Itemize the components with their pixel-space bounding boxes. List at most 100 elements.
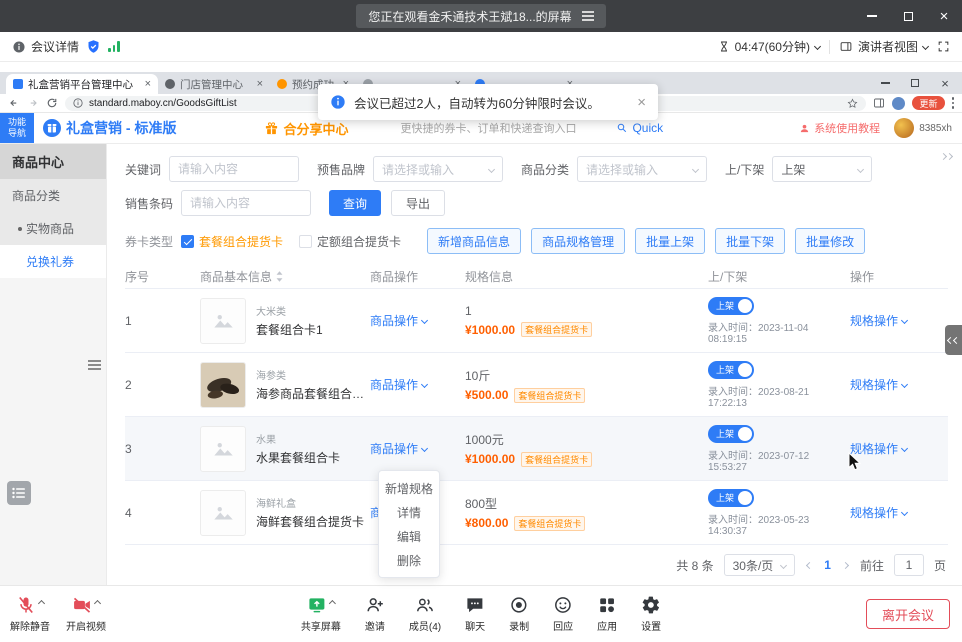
bookmark-star-icon[interactable]: [847, 98, 858, 109]
side-panel-icon[interactable]: [873, 97, 885, 109]
chevron-down-icon: [901, 317, 908, 324]
start-video-button[interactable]: 开启视频: [66, 595, 106, 633]
col-index: 序号: [125, 268, 200, 285]
collapse-panel-icon[interactable]: [941, 154, 952, 159]
card-type-option-1[interactable]: 套餐组合提货卡: [199, 233, 283, 250]
screen: 您正在观看金禾通技术王斌18...的屏幕 × 会议详情 04:47(60分钟): [0, 0, 962, 642]
user-menu[interactable]: 8385xh: [894, 118, 952, 138]
batch-off-shelf-button[interactable]: 批量下架: [715, 228, 785, 254]
shelf-select[interactable]: 上架: [772, 156, 872, 182]
browser-tab-2[interactable]: 门店管理中心 ×: [158, 74, 270, 94]
browser-menu-icon[interactable]: [952, 97, 955, 109]
dropdown-item-add-spec[interactable]: 新增规格: [379, 476, 439, 500]
spec-op-link[interactable]: 规格操作: [850, 376, 907, 393]
dropdown-item-edit[interactable]: 编辑: [379, 524, 439, 548]
batch-on-shelf-button[interactable]: 批量上架: [635, 228, 705, 254]
brand-title: 礼盒营销 - 标准版: [66, 118, 176, 138]
add-product-button[interactable]: 新增商品信息: [427, 228, 521, 254]
browser-close-button[interactable]: ×: [932, 74, 958, 92]
filter-row-1: 关键词 预售品牌 请选择或输入 商品分类 请选择或输入 上/下架 上架: [125, 156, 962, 182]
browser-minimize-button[interactable]: [872, 74, 898, 92]
apps-button[interactable]: 应用: [597, 595, 617, 633]
product-op-link[interactable]: 商品操作: [370, 376, 427, 393]
chevron-up-icon[interactable]: [38, 599, 45, 606]
floating-list-icon[interactable]: [7, 481, 31, 505]
menu-icon[interactable]: [582, 11, 594, 21]
function-nav-button[interactable]: 功能 导航: [0, 113, 34, 143]
category-select[interactable]: 请选择或输入: [577, 156, 707, 182]
minimize-button[interactable]: [854, 0, 890, 32]
export-button[interactable]: 导出: [391, 190, 445, 216]
tutorial-link[interactable]: 系统使用教程: [799, 120, 880, 136]
batch-edit-button[interactable]: 批量修改: [795, 228, 865, 254]
reactions-button[interactable]: 回应: [553, 595, 573, 633]
share-center-link[interactable]: 合分享中心: [264, 119, 348, 138]
record-button[interactable]: 录制: [509, 595, 529, 633]
keyword-input[interactable]: [169, 156, 299, 182]
spec-op-link[interactable]: 规格操作: [850, 504, 907, 521]
leave-meeting-button[interactable]: 离开会议: [866, 599, 950, 629]
refresh-icon[interactable]: [46, 97, 58, 109]
browser-profile-avatar[interactable]: [892, 97, 905, 110]
spec-op-link[interactable]: 规格操作: [850, 312, 907, 329]
gift-icon: [264, 121, 279, 136]
tab-close-icon[interactable]: ×: [145, 78, 151, 90]
forward-icon[interactable]: [27, 97, 39, 109]
search-button[interactable]: 查询: [329, 190, 381, 216]
sidebar-section-product-center[interactable]: 商品中心: [0, 144, 106, 179]
shelf-toggle[interactable]: 上架: [708, 489, 754, 507]
browser-tab-1[interactable]: 礼盒营销平台管理中心 ×: [6, 74, 158, 94]
chevron-up-icon[interactable]: [329, 599, 336, 606]
shelf-toggle[interactable]: 上架: [708, 425, 754, 443]
brand-select[interactable]: 请选择或输入: [373, 156, 503, 182]
meeting-details-button[interactable]: 会议详情: [12, 38, 79, 55]
settings-button[interactable]: 设置: [641, 595, 661, 633]
barcode-input[interactable]: [181, 190, 311, 216]
browser-maximize-button[interactable]: [902, 74, 928, 92]
sidebar-item-product-category[interactable]: 商品分类: [0, 179, 106, 212]
browser-window-gap: [0, 62, 962, 72]
notification-close-icon[interactable]: ×: [637, 95, 646, 110]
chat-button[interactable]: 聊天: [465, 595, 485, 633]
shelf-toggle[interactable]: 上架: [708, 297, 754, 315]
sidebar-item-physical-goods[interactable]: 实物商品: [0, 212, 106, 245]
next-page-button[interactable]: [841, 561, 850, 570]
card-type-checkbox-1[interactable]: [181, 235, 194, 248]
quick-search-link[interactable]: Quick: [616, 121, 663, 135]
product-op-dropdown: 新增规格 详情 编辑 删除: [378, 470, 440, 578]
shelf-toggle[interactable]: 上架: [708, 361, 754, 379]
page-size-select[interactable]: 30条/页: [724, 554, 796, 576]
meeting-timer[interactable]: 04:47(60分钟): [718, 38, 820, 55]
dropdown-item-delete[interactable]: 删除: [379, 548, 439, 572]
watching-banner: 您正在观看金禾通技术王斌18...的屏幕: [356, 4, 605, 28]
chevron-up-icon[interactable]: [94, 599, 101, 606]
back-icon[interactable]: [8, 97, 20, 109]
dropdown-item-details[interactable]: 详情: [379, 500, 439, 524]
goto-page-input[interactable]: [894, 554, 924, 576]
members-button[interactable]: 成员(4): [409, 595, 441, 633]
close-button[interactable]: ×: [926, 0, 962, 32]
unmute-button[interactable]: 解除静音: [10, 595, 50, 633]
view-mode-switcher[interactable]: 演讲者视图: [839, 38, 928, 55]
product-op-link[interactable]: 商品操作: [370, 312, 427, 329]
chevron-down-icon: [692, 165, 699, 172]
share-screen-button[interactable]: 共享屏幕: [301, 595, 341, 633]
invite-button[interactable]: 邀请: [365, 595, 385, 633]
fullscreen-icon[interactable]: [937, 40, 950, 53]
tab-close-icon[interactable]: ×: [257, 78, 263, 90]
security-shield-icon[interactable]: [86, 39, 101, 54]
product-op-link-open[interactable]: 商品操作: [370, 440, 427, 457]
sidebar-item-gift-voucher[interactable]: 兑换礼券: [0, 245, 106, 278]
card-type-option-2[interactable]: 定额组合提货卡: [317, 233, 401, 250]
browser-update-button[interactable]: 更新: [912, 96, 944, 110]
current-page[interactable]: 1: [824, 558, 831, 572]
spec-manage-button[interactable]: 商品规格管理: [531, 228, 625, 254]
maximize-button[interactable]: [890, 0, 926, 32]
prev-page-button[interactable]: [805, 561, 814, 570]
card-type-checkbox-2[interactable]: [299, 235, 312, 248]
site-info-icon[interactable]: [73, 98, 83, 108]
right-panel-flyout[interactable]: [945, 325, 962, 355]
brand-logo: 礼盒营销 - 标准版: [43, 118, 176, 138]
sort-icon[interactable]: [276, 271, 283, 282]
sidebar-collapse-icon[interactable]: [88, 360, 101, 370]
